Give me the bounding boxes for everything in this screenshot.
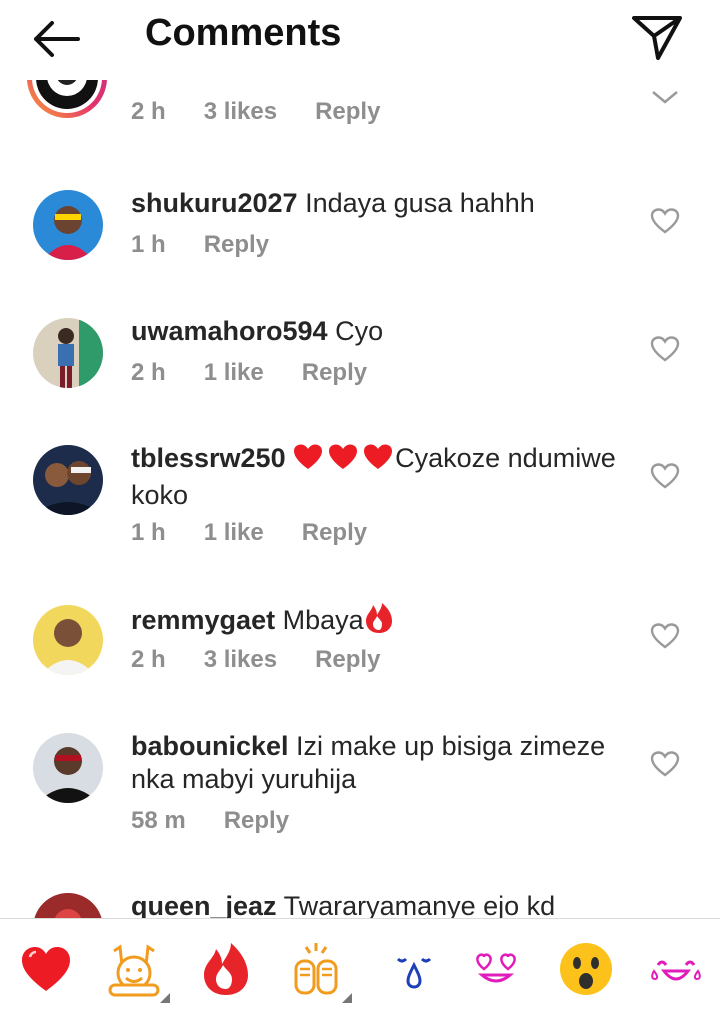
comment-username[interactable]: tblessrw250 — [131, 443, 286, 473]
like-heart-icon[interactable] — [650, 622, 680, 650]
reply-button[interactable]: Reply — [315, 98, 380, 125]
comment-text: shukuru2027 Indaya gusa hahhh — [131, 187, 631, 220]
comment-meta: 58 m Reply — [131, 807, 327, 835]
comment-username[interactable]: babounickel — [131, 731, 289, 761]
comment-time: 58 m — [131, 807, 186, 834]
comment-meta: 2 h 1 like Reply — [131, 359, 405, 387]
fire-icon — [364, 602, 394, 642]
reply-button[interactable]: Reply — [224, 807, 289, 834]
surprised-face-icon[interactable] — [558, 941, 614, 997]
comment-username[interactable]: remmygaet — [131, 605, 275, 635]
like-count[interactable]: 3 likes — [204, 98, 277, 125]
comment-text: babounickel Izi make up bisiga zimeze nk… — [131, 730, 631, 796]
comment-body: Mbaya — [282, 605, 364, 635]
reply-button[interactable]: Reply — [302, 519, 367, 546]
heart-eyes-icon[interactable] — [468, 941, 524, 997]
laughing-tears-icon[interactable] — [648, 941, 704, 997]
comment-text: uwamahoro594 Cyo — [131, 315, 631, 348]
comment-text: remmygaet Mbaya — [131, 602, 631, 642]
crying-face-icon[interactable] — [386, 941, 442, 997]
like-heart-icon[interactable] — [650, 335, 680, 363]
header: Comments — [0, 0, 720, 80]
send-icon[interactable] — [628, 10, 686, 64]
like-count[interactable]: 3 likes — [204, 646, 277, 673]
comment-username[interactable]: uwamahoro594 — [131, 316, 328, 346]
comment-text: queen_jeaz Twararyamanye ejo kd — [131, 890, 631, 918]
comment-item: uwamahoro594 Cyo 2 h 1 like Reply — [0, 315, 720, 405]
comment-username[interactable]: queen_jeaz — [131, 891, 277, 918]
fire-icon[interactable] — [198, 941, 254, 997]
clapping-hands-icon[interactable] — [288, 941, 344, 997]
avatar[interactable] — [33, 445, 103, 515]
comment-body: Cyo — [335, 316, 384, 346]
back-arrow-icon[interactable] — [28, 14, 84, 64]
like-count[interactable]: 1 like — [204, 359, 264, 386]
comment-body: Twararyamanye ejo kd — [283, 891, 556, 918]
comment-item: queen_jeaz Twararyamanye ejo kd — [0, 890, 720, 918]
comment-item: shukuru2027 Indaya gusa hahhh 1 h Reply — [0, 187, 720, 277]
like-heart-icon[interactable] — [650, 750, 680, 778]
like-count[interactable]: 1 like — [204, 519, 264, 546]
avatar[interactable] — [33, 318, 103, 388]
comment-username[interactable]: shukuru2027 — [131, 188, 298, 218]
expand-indicator-icon — [160, 993, 170, 1003]
reply-button[interactable]: Reply — [204, 231, 269, 258]
reply-button[interactable]: Reply — [302, 359, 367, 386]
comment-item: remmygaet Mbaya 2 h 3 likes Reply — [0, 602, 720, 692]
emoji-bar — [0, 919, 720, 1017]
reply-button[interactable]: Reply — [315, 646, 380, 673]
comment-time: 1 h — [131, 231, 166, 258]
avatar[interactable] — [25, 80, 109, 120]
red-hearts-icon — [293, 443, 395, 479]
avatar[interactable] — [33, 190, 103, 260]
avatar[interactable] — [33, 893, 103, 918]
raising-hands-icon[interactable] — [106, 941, 162, 997]
comment-meta: 2 h 3 likes Reply — [131, 98, 418, 126]
avatar[interactable] — [33, 733, 103, 803]
comment-time: 1 h — [131, 519, 166, 546]
page-title: Comments — [145, 12, 342, 54]
comment-item: babounickel Izi make up bisiga zimeze nk… — [0, 730, 720, 840]
comment-body: Indaya gusa hahhh — [305, 188, 535, 218]
comment-item: 2 h 3 likes Reply — [0, 80, 720, 146]
like-heart-icon[interactable] — [650, 207, 680, 235]
comment-meta: 1 h Reply — [131, 231, 307, 259]
comment-text: tblessrw250 Cyakoze ndumiwe koko — [131, 442, 631, 512]
like-heart-icon[interactable] — [650, 462, 680, 490]
red-heart-icon[interactable] — [18, 941, 74, 997]
comment-meta: 1 h 1 like Reply — [131, 519, 405, 547]
comment-meta: 2 h 3 likes Reply — [131, 646, 418, 674]
comment-time: 2 h — [131, 98, 166, 125]
expand-indicator-icon — [342, 993, 352, 1003]
comment-item: tblessrw250 Cyakoze ndumiwe koko 1 h 1 li… — [0, 442, 720, 552]
comments-list: 2 h 3 likes Reply shukuru2027 Indaya gusa … — [0, 80, 720, 918]
chevron-down-icon[interactable] — [650, 86, 680, 106]
comment-time: 2 h — [131, 359, 166, 386]
comment-time: 2 h — [131, 646, 166, 673]
avatar[interactable] — [33, 605, 103, 675]
